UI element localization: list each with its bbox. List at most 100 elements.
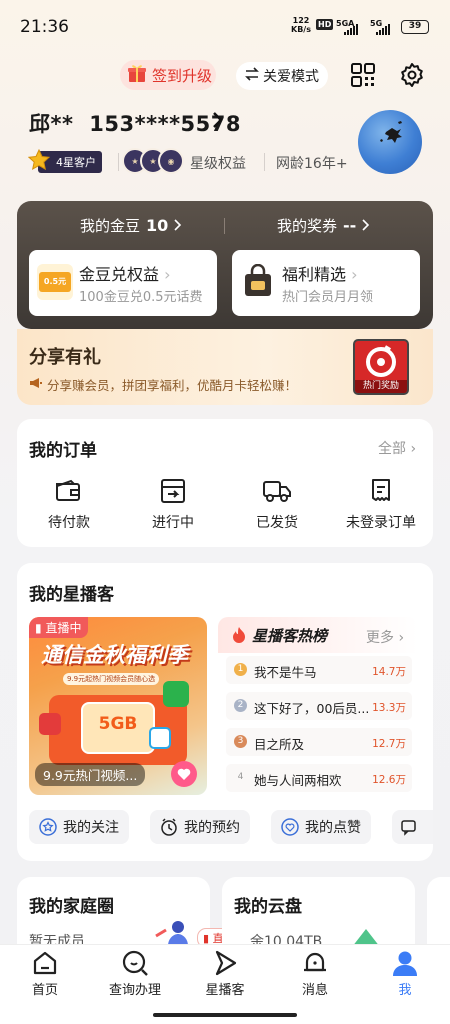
qr-scan-icon[interactable] — [349, 61, 377, 89]
coupons-label: 我的奖券 — [277, 217, 338, 235]
divider — [264, 153, 265, 171]
hot-list-item[interactable]: 3 目之所及 12.7万 — [226, 728, 412, 756]
order-shipped[interactable]: 已发货 — [227, 478, 327, 532]
user-name: 邱** — [29, 112, 74, 136]
rank-number: 2 — [234, 699, 247, 712]
divider — [118, 153, 119, 171]
care-mode-label: 关爱模式 — [263, 69, 319, 85]
hot-reward-badge[interactable]: 热门奖励 — [353, 339, 409, 395]
rank-title: 我不是牛马 — [254, 665, 317, 680]
clock-icon — [161, 818, 177, 836]
coupon-icon: 0.5元 — [37, 264, 73, 300]
beans-label: 我的金豆 — [80, 217, 141, 235]
rank-number: 1 — [234, 663, 247, 676]
rank-title: 目之所及 — [254, 737, 305, 752]
chip-label: 我的点赞 — [305, 820, 361, 836]
live-bars-icon: ▮ — [35, 621, 42, 635]
family-title: 我的家庭圈 — [29, 897, 114, 917]
rights-badges[interactable]: ★ ★ ◉ — [122, 148, 184, 174]
nav-query-service[interactable]: 查询办理 — [95, 949, 175, 998]
app-logo-icon — [163, 681, 189, 707]
beans-value: 10 — [146, 216, 169, 235]
hd-badge: HD — [316, 19, 334, 30]
document-icon — [372, 479, 390, 501]
nav-label: 我 — [398, 983, 412, 998]
hot-list-more-link[interactable]: 更多 › — [366, 627, 404, 647]
order-in-progress[interactable]: 进行中 — [123, 478, 223, 532]
avatar[interactable] — [358, 110, 422, 174]
order-pending-payment[interactable]: 待付款 — [19, 478, 119, 532]
status-bar: 21:36 122 KB/s HD 5GA 5G 39 — [0, 0, 450, 50]
rank-title: 她与人间两相欢 — [254, 773, 342, 788]
nav-live[interactable]: 星播客 — [185, 949, 265, 998]
hot-list-item[interactable]: 1 我不是牛马 14.7万 — [226, 656, 412, 684]
search-service-icon — [122, 950, 148, 976]
network-speed: 122 KB/s — [291, 16, 311, 34]
gift-icon — [126, 62, 148, 88]
chevron-right-icon — [174, 217, 182, 235]
promo-headline: 通信金秋福利季 — [41, 643, 188, 667]
order-not-logged[interactable]: 未登录订单 — [331, 478, 431, 532]
person-icon — [393, 951, 417, 976]
my-follows-chip[interactable]: 我的关注 — [29, 810, 129, 844]
in-progress-icon — [161, 479, 185, 503]
gold-beans-link[interactable]: 我的金豆 10 — [80, 215, 182, 236]
play-icon — [215, 950, 237, 976]
beans-exchange-card[interactable]: 0.5元 金豆兑权益 › 100金豆兑0.5元话费 — [29, 250, 217, 316]
hot-reward-label: 热门奖励 — [355, 380, 407, 393]
live-promo-banner[interactable]: ▮ 直播中 通信金秋福利季 9.9元起热门视频会员随心选 5GB 9.9元热门视… — [29, 617, 207, 795]
home-icon — [33, 951, 57, 975]
nav-label: 首页 — [31, 983, 58, 998]
welfare-card[interactable]: 福利精选 › 热门会员月月领 — [232, 250, 420, 316]
chip-label: 我的关注 — [63, 820, 119, 836]
order-label: 已发货 — [256, 515, 298, 531]
benefit-title: 金豆兑权益 › — [79, 265, 171, 284]
wifi-badge-icon: ◉ — [158, 148, 184, 174]
nav-label: 星播客 — [205, 983, 245, 998]
battery-indicator: 39 — [401, 20, 429, 34]
shopping-bag-icon — [240, 263, 276, 300]
promo-subline: 9.9元起热门视频会员随心选 — [63, 673, 160, 685]
benefit-subtitle: 100金豆兑0.5元话费 — [79, 290, 203, 305]
order-label: 未登录订单 — [346, 515, 416, 531]
gear-icon[interactable] — [398, 61, 426, 89]
nav-label: 消息 — [301, 983, 328, 998]
sign-in-upgrade-button[interactable]: 签到升级 — [120, 60, 216, 90]
order-label: 进行中 — [152, 515, 194, 531]
benefit-title: 福利精选 › — [282, 265, 358, 284]
promo-caption: 9.9元热门视频... — [35, 763, 146, 786]
nav-home[interactable]: 首页 — [5, 949, 85, 998]
customer-level-tag[interactable]: 4星客户 — [27, 148, 102, 175]
user-name-phone[interactable]: 邱** 153****5578 — [29, 108, 241, 138]
family-illustration — [150, 918, 198, 946]
hot-list-item[interactable]: 4 她与人间两相欢 12.6万 — [226, 764, 412, 792]
heart-circle-icon — [281, 818, 299, 836]
hot-list-title: 星播客热榜 — [252, 627, 328, 645]
chevron-right-icon — [362, 217, 370, 235]
nav-label: 查询办理 — [108, 983, 161, 998]
like-button[interactable] — [171, 761, 197, 787]
status-time: 21:36 — [20, 17, 69, 37]
truck-icon — [263, 481, 291, 502]
star-icon — [27, 148, 51, 175]
care-mode-button[interactable]: 关爱模式 — [236, 62, 328, 90]
bottom-nav: 首页 查询办理 星播客 消息 我 — [0, 944, 450, 1004]
orders-all-link[interactable]: 全部 › — [378, 438, 416, 458]
coupons-link[interactable]: 我的奖券 -- — [277, 215, 370, 236]
rank-count: 13.3万 — [372, 702, 406, 714]
signal-bars-2 — [376, 24, 390, 35]
my-likes-chip[interactable]: 我的点赞 — [271, 810, 371, 844]
nav-messages[interactable]: 消息 — [275, 949, 355, 998]
wallet-icon — [56, 479, 80, 501]
heart-icon — [177, 768, 191, 780]
my-reservations-chip[interactable]: 我的预约 — [150, 810, 250, 844]
hot-list-item[interactable]: 2 这下好了，00后员... 13.3万 — [226, 692, 412, 720]
benefit-subtitle: 热门会员月月领 — [282, 290, 374, 305]
home-indicator[interactable] — [153, 1013, 297, 1017]
swap-arrows-icon — [245, 67, 259, 85]
star-rights-label[interactable]: 星级权益 — [190, 153, 246, 173]
nav-me[interactable]: 我 — [365, 949, 445, 998]
chevron-right-icon[interactable] — [212, 110, 224, 134]
app-logo-icon — [39, 713, 61, 735]
more-chip-partial[interactable] — [392, 810, 433, 844]
